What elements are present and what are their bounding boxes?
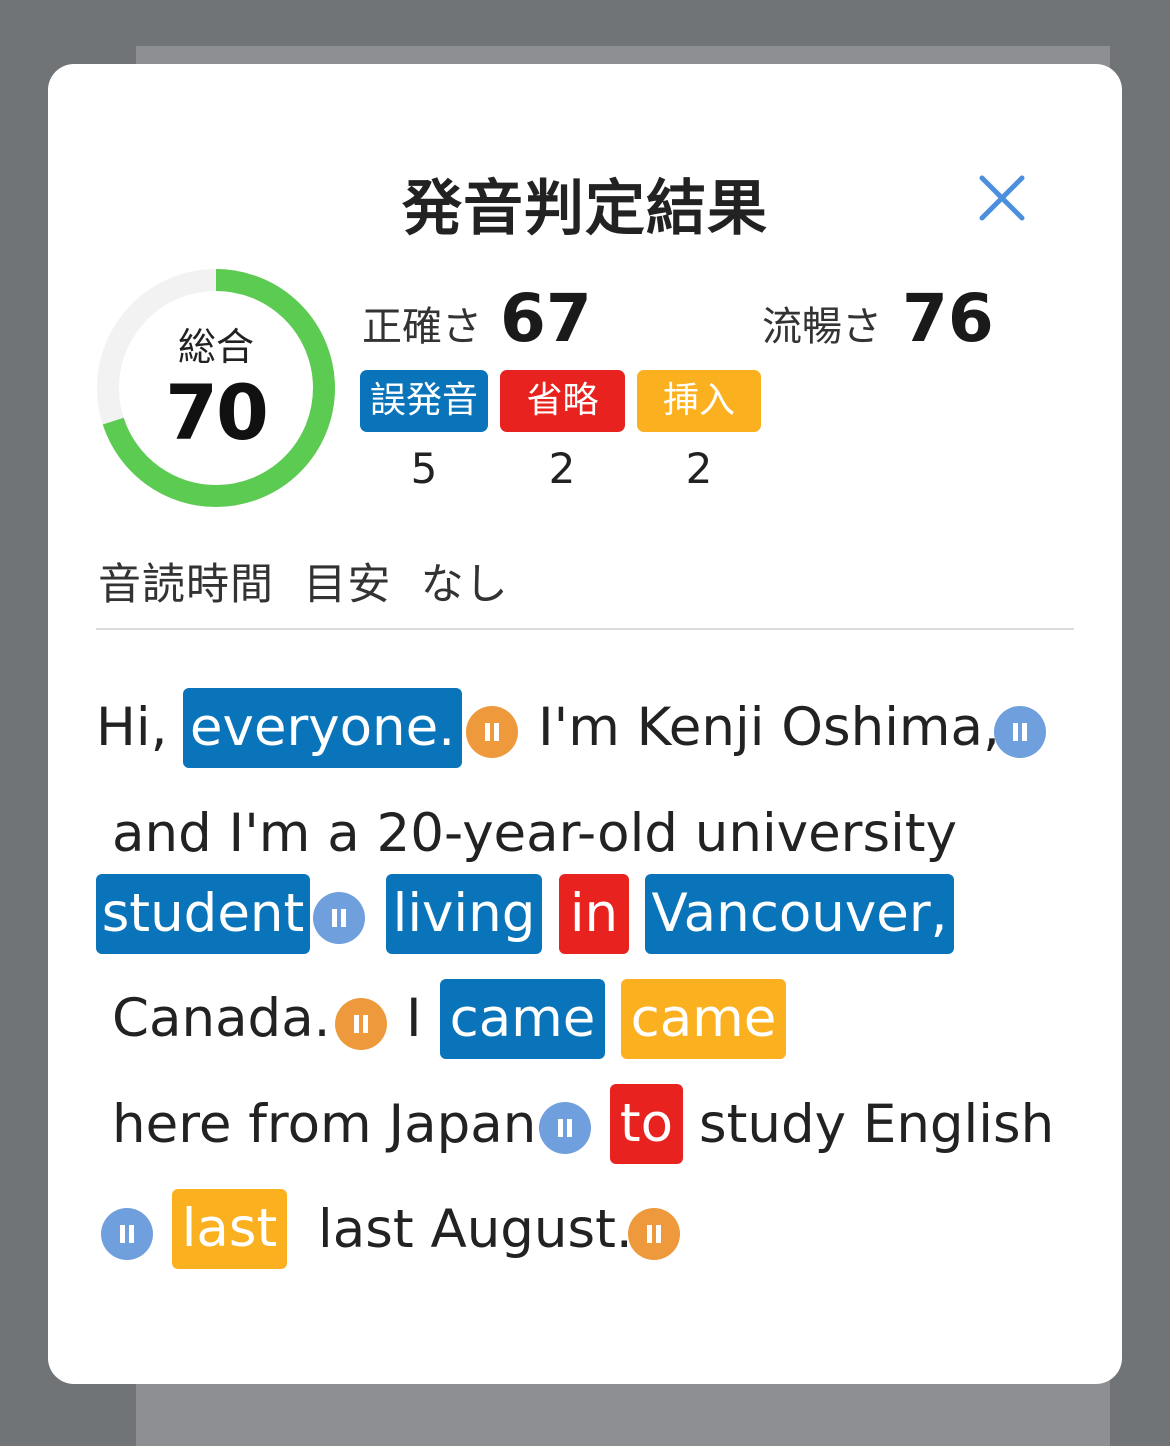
word-mispronounced[interactable]: everyone. <box>183 688 462 768</box>
word-mispronounced[interactable]: Vancouver, <box>645 874 954 954</box>
pause-icon[interactable] <box>994 706 1046 758</box>
pause-icon[interactable] <box>335 998 387 1050</box>
pause-icon[interactable] <box>628 1208 680 1260</box>
mispronunciation-count: 5 <box>410 444 438 493</box>
close-icon[interactable] <box>972 168 1032 228</box>
word-plain: Canada. <box>112 988 331 1049</box>
word-mispronounced[interactable]: student <box>96 874 310 954</box>
fluency-label: 流暢さ <box>762 304 882 350</box>
overall-score: 70 <box>165 368 269 457</box>
fluency-value: 76 <box>902 280 994 357</box>
pause-icon[interactable] <box>539 1102 591 1154</box>
word-plain: I'm Kenji Oshima, <box>538 697 1000 758</box>
pause-icon[interactable] <box>313 892 365 944</box>
word-inserted[interactable]: came <box>621 979 786 1059</box>
divider <box>96 628 1074 630</box>
pause-icon[interactable] <box>466 706 518 758</box>
word-plain: I <box>406 988 422 1049</box>
omission-badge: 省略 <box>500 370 625 432</box>
word-plain: Hi, <box>96 697 168 758</box>
word-mispronounced[interactable]: living <box>386 874 542 954</box>
word-plain: and I'm a 20-year-old university <box>112 803 957 864</box>
pause-icon[interactable] <box>101 1208 153 1260</box>
overall-label: 総合 <box>177 325 254 369</box>
word-omitted[interactable]: in <box>559 874 629 954</box>
mispronunciation-badge: 誤発音 <box>360 370 488 432</box>
accuracy-label: 正確さ <box>362 304 482 350</box>
word-plain: study English <box>699 1094 1055 1155</box>
word-plain: last August. <box>318 1199 633 1260</box>
word-plain: here from Japan <box>112 1094 537 1155</box>
omission-count: 2 <box>548 444 576 493</box>
word-inserted[interactable]: last <box>172 1189 287 1269</box>
word-omitted[interactable]: to <box>610 1084 683 1164</box>
insertion-badge: 挿入 <box>637 370 761 432</box>
reading-time: 音読時間 目安 なし <box>98 560 509 610</box>
insertion-count: 2 <box>685 444 713 493</box>
accuracy-value: 67 <box>500 280 592 357</box>
word-mispronounced[interactable]: came <box>440 979 605 1059</box>
